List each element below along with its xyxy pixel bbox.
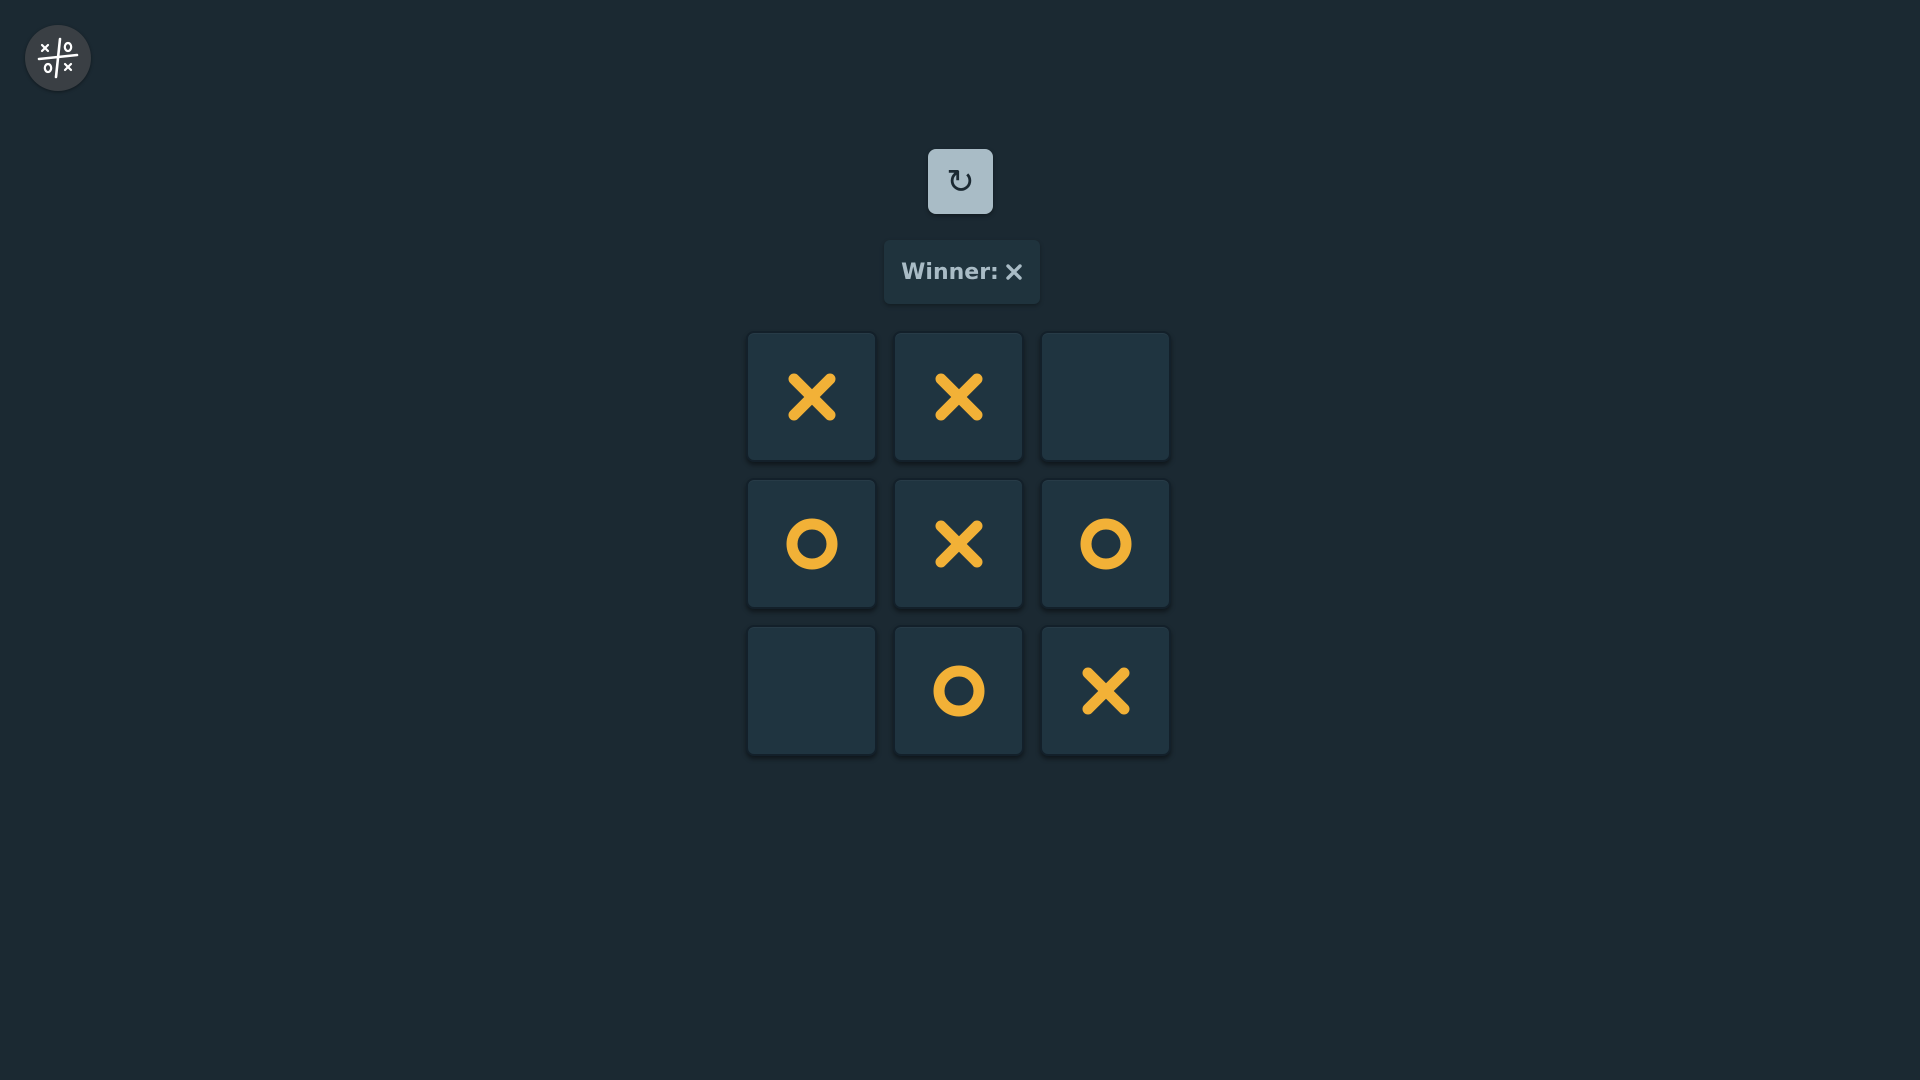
board-cell-r1-c1[interactable] — [746, 331, 877, 462]
winner-status: Winner: X — [884, 240, 1040, 304]
board-cell-r2-c3[interactable] — [1040, 478, 1171, 609]
o-mark-icon — [786, 518, 837, 569]
board-cell-r1-c3[interactable] — [1040, 331, 1171, 462]
o-mark-icon — [933, 665, 984, 716]
tic-tac-toe-logo-icon — [25, 25, 91, 91]
x-mark-icon — [1082, 667, 1129, 714]
game-board — [746, 331, 1171, 756]
reset-button[interactable]: ↻ — [928, 149, 993, 214]
x-mark-icon — [935, 520, 982, 567]
o-mark-icon — [1080, 518, 1131, 569]
refresh-icon: ↻ — [946, 161, 975, 202]
board-cell-r2-c2[interactable] — [893, 478, 1024, 609]
board-cell-r1-c2[interactable] — [893, 331, 1024, 462]
board-cell-r3-c1[interactable] — [746, 625, 877, 756]
x-mark-icon — [788, 373, 835, 420]
board-cell-r3-c2[interactable] — [893, 625, 1024, 756]
x-mark-icon — [935, 373, 982, 420]
board-cell-r3-c3[interactable] — [1040, 625, 1171, 756]
winner-label: Winner: — [901, 259, 999, 285]
board-cell-r2-c1[interactable] — [746, 478, 877, 609]
winner-mark-x: X — [1005, 263, 1023, 281]
